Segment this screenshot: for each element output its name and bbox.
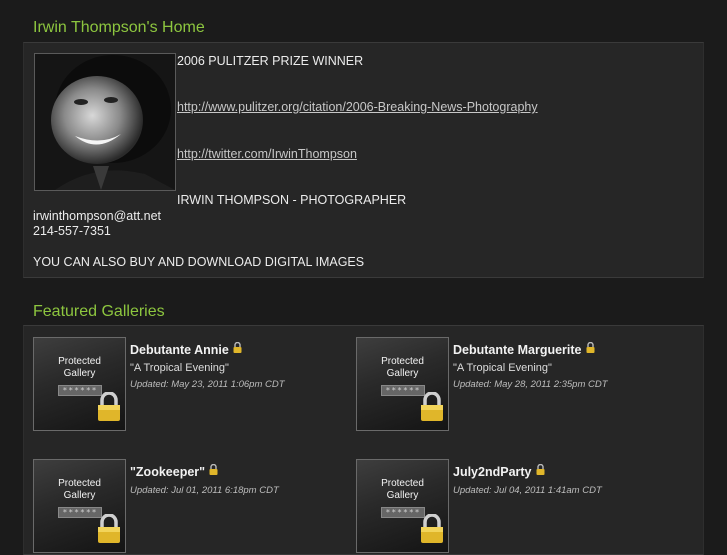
padlock-icon bbox=[98, 392, 120, 421]
lock-icon bbox=[209, 464, 218, 475]
gallery-thumbnail[interactable]: Protected Gallery ****** bbox=[356, 337, 449, 431]
gallery-title-link[interactable]: Debutante Marguerite bbox=[453, 342, 595, 357]
gallery-text: Gallery bbox=[63, 490, 96, 501]
gallery-updated: Updated: Jul 01, 2011 6:18pm CDT bbox=[130, 485, 279, 496]
featured-title: Featured Galleries bbox=[33, 303, 165, 320]
lock-icon bbox=[586, 342, 594, 353]
lock-icon bbox=[233, 342, 242, 353]
gallery-subtitle: "A Tropical Evening" bbox=[453, 362, 552, 374]
gallery-title-link[interactable]: "Zookeeper" bbox=[130, 464, 218, 479]
bio-panel: 2006 PULITZER PRIZE WINNER http://www.pu… bbox=[23, 42, 704, 278]
gallery-text: Gallery bbox=[63, 368, 96, 379]
protected-text: Protected bbox=[381, 356, 424, 367]
featured-panel: Protected Gallery ****** Debutante Annie … bbox=[23, 325, 704, 555]
pulitzer-link[interactable]: http://www.pulitzer.org/citation/2006-Br… bbox=[177, 100, 538, 114]
home-title: Irwin Thompson's Home bbox=[33, 19, 205, 36]
padlock-icon bbox=[421, 514, 443, 543]
bio-note: YOU CAN ALSO BUY AND DOWNLOAD DIGITAL IM… bbox=[33, 255, 365, 269]
bio-phone: 214-557-7351 bbox=[33, 224, 111, 238]
bio-email: irwinthompson@att.net bbox=[33, 209, 162, 223]
gallery-subtitle: "A Tropical Evening" bbox=[130, 362, 229, 374]
gallery-title: July2ndParty bbox=[453, 465, 532, 479]
gallery-title: "Zookeeper" bbox=[130, 465, 206, 479]
gallery-thumbnail[interactable]: Protected Gallery ****** bbox=[33, 337, 126, 431]
portrait-photo bbox=[34, 53, 176, 191]
gallery-thumbnail[interactable]: Protected Gallery ****** bbox=[33, 459, 126, 553]
gallery-text: Gallery bbox=[386, 368, 419, 379]
twitter-link[interactable]: http://twitter.com/IrwinThompson bbox=[177, 147, 357, 161]
lock-icon bbox=[536, 464, 545, 475]
protected-text: Protected bbox=[58, 356, 101, 367]
protected-text: Protected bbox=[381, 478, 424, 489]
gallery-updated: Updated: May 23, 2011 1:06pm CDT bbox=[130, 379, 285, 390]
protected-text: Protected bbox=[58, 478, 101, 489]
gallery-updated: Updated: Jul 04, 2011 1:41am CDT bbox=[453, 485, 602, 496]
gallery-thumbnail[interactable]: Protected Gallery ****** bbox=[356, 459, 449, 553]
gallery-title-link[interactable]: July2ndParty bbox=[453, 464, 545, 479]
gallery-text: Gallery bbox=[386, 490, 419, 501]
gallery-updated: Updated: May 28, 2011 2:35pm CDT bbox=[453, 379, 608, 390]
padlock-icon bbox=[421, 392, 443, 421]
bio-headline: 2006 PULITZER PRIZE WINNER bbox=[177, 54, 364, 68]
gallery-title-link[interactable]: Debutante Annie bbox=[130, 342, 242, 357]
gallery-title: Debutante Marguerite bbox=[453, 343, 582, 357]
gallery-title: Debutante Annie bbox=[130, 343, 229, 357]
padlock-icon bbox=[98, 514, 120, 543]
bio-role: IRWIN THOMPSON - PHOTOGRAPHER bbox=[177, 193, 407, 207]
